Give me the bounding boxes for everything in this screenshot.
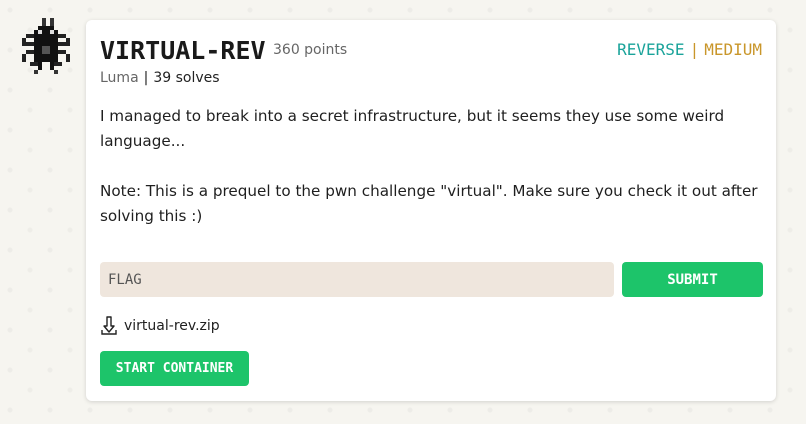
challenge-card: VIRTUAL-REV 360 points REVERSE | MEDIUM Lu… bbox=[86, 20, 776, 401]
download-icon bbox=[101, 316, 117, 335]
challenge-points: 360 points bbox=[273, 42, 348, 58]
author-avatar bbox=[22, 18, 70, 74]
description-paragraph: I managed to break into a secret infrast… bbox=[100, 107, 725, 150]
submit-button[interactable]: SUBMIT bbox=[622, 262, 763, 297]
pixel-spider-icon bbox=[22, 18, 70, 74]
start-container-button[interactable]: START CONTAINER bbox=[100, 351, 249, 386]
challenge-description: I managed to break into a secret infrast… bbox=[100, 104, 760, 229]
category-tag: REVERSE bbox=[617, 40, 685, 59]
challenge-author: Luma bbox=[100, 70, 139, 86]
meta-separator: | bbox=[143, 70, 149, 86]
description-paragraph: Note: This is a prequel to the pwn chall… bbox=[100, 182, 758, 225]
challenge-meta: Luma | 39 solves bbox=[100, 70, 220, 86]
difficulty-tag: MEDIUM bbox=[704, 40, 762, 59]
flag-input[interactable] bbox=[100, 262, 614, 297]
challenge-tags: REVERSE | MEDIUM bbox=[617, 40, 762, 59]
tag-separator: | bbox=[689, 40, 700, 59]
attachment-link[interactable]: virtual-rev.zip bbox=[100, 316, 220, 336]
solve-count: 39 solves bbox=[153, 70, 220, 86]
attachment-filename: virtual-rev.zip bbox=[124, 318, 220, 334]
challenge-title: VIRTUAL-REV bbox=[100, 36, 266, 65]
